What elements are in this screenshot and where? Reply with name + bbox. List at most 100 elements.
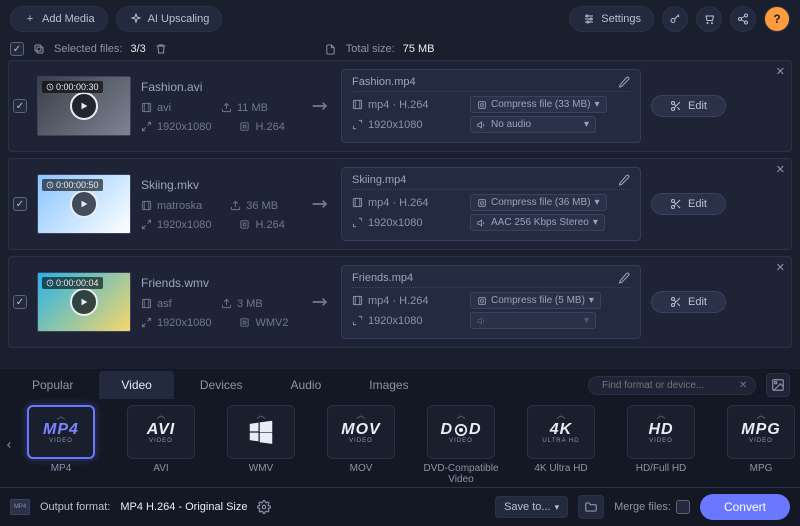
output-format-label: Output format: <box>40 501 110 513</box>
edit-button[interactable]: Edit <box>651 95 726 117</box>
cart-button[interactable] <box>696 6 722 32</box>
format-sub-text: VIDEO <box>349 438 373 444</box>
format-label: HD/Full HD <box>636 463 687 474</box>
ai-upscaling-button[interactable]: AI Upscaling <box>116 6 223 32</box>
source-filename: Skiing.mkv <box>141 178 301 192</box>
thumbnail-wrap: 0:00:00:30 <box>37 76 131 136</box>
formats-prev-button[interactable] <box>4 418 14 472</box>
edit-button[interactable]: Edit <box>651 291 726 313</box>
file-row-checkbox[interactable] <box>13 197 27 211</box>
file-row: 0:00:00:50 Skiing.mkv matroska 36 MB <box>8 158 792 250</box>
thumbnail[interactable]: 0:00:00:30 <box>37 76 131 136</box>
source-resolution: 1920x1080 <box>141 317 211 329</box>
image-icon <box>771 378 785 392</box>
output-format: mp4 · H.264 <box>352 197 464 209</box>
merge-files-checkbox[interactable] <box>676 500 690 514</box>
format-label: DVD-Compatible Video <box>420 463 502 485</box>
disk-icon <box>230 200 241 211</box>
audio-dropdown[interactable]: ▾ <box>470 312 596 329</box>
format-item-wmv[interactable]: ︿ WMV <box>220 405 302 485</box>
chevron-up-icon: ︿ <box>656 408 665 421</box>
edit-button[interactable]: Edit <box>651 193 726 215</box>
chevron-up-icon: ︿ <box>256 408 265 421</box>
film-icon <box>352 295 363 306</box>
tab-audio[interactable]: Audio <box>269 371 344 399</box>
output-filename: Friends.mp4 <box>352 272 413 284</box>
select-all-checkbox[interactable] <box>10 42 24 56</box>
settings-button[interactable]: Settings <box>569 6 654 32</box>
format-main-text: HD <box>648 421 673 439</box>
add-media-button[interactable]: + Add Media <box>10 6 108 32</box>
thumbnail[interactable]: 0:00:00:04 <box>37 272 131 332</box>
compress-dropdown[interactable]: Compress file (36 MB) ▾ <box>470 194 607 211</box>
format-item-mov[interactable]: ︿ MOVVIDEO MOV <box>320 405 402 485</box>
source-meta: Fashion.avi avi 11 MB 1920x1080 <box>141 80 301 133</box>
thumbnail[interactable]: 0:00:00:50 <box>37 174 131 234</box>
remove-file-button[interactable]: ✕ <box>776 65 785 78</box>
remove-file-button[interactable]: ✕ <box>776 163 785 176</box>
duration-value: 0:00:00:50 <box>56 180 99 190</box>
duration-badge: 0:00:00:50 <box>42 179 103 191</box>
chevron-left-icon <box>4 438 14 452</box>
help-button[interactable]: ? <box>764 6 790 32</box>
format-item-hd-full-hd[interactable]: ︿ HDVIDEO HD/Full HD <box>620 405 702 485</box>
tab-devices[interactable]: Devices <box>178 371 265 399</box>
tab-video[interactable]: Video <box>99 371 173 399</box>
format-item-dvd-compatible-video[interactable]: ︿ DDVIDEO DVD-Compatible Video <box>420 405 502 485</box>
convert-button[interactable]: Convert <box>700 494 790 520</box>
file-row-checkbox[interactable] <box>13 295 27 309</box>
rename-button[interactable] <box>618 174 630 186</box>
file-row-checkbox[interactable] <box>13 99 27 113</box>
clear-search-icon[interactable]: ✕ <box>739 380 747 391</box>
save-to-dropdown[interactable]: Save to... ▾ <box>495 496 568 518</box>
share-icon <box>737 13 749 25</box>
share-button[interactable] <box>730 6 756 32</box>
output-format-settings-button[interactable] <box>257 500 271 514</box>
rename-button[interactable] <box>618 272 630 284</box>
codec-icon <box>239 219 250 230</box>
key-button[interactable] <box>662 6 688 32</box>
format-item-mp4[interactable]: ︿ MP4VIDEO MP4 <box>20 405 102 485</box>
save-to-label: Save to... <box>504 501 550 513</box>
format-label: MOV <box>350 463 373 474</box>
format-item-4k-ultra-hd[interactable]: ︿ 4KULTRA HD 4K Ultra HD <box>520 405 602 485</box>
gallery-view-button[interactable] <box>766 373 790 397</box>
file-icon <box>324 42 338 56</box>
folder-icon <box>584 500 598 514</box>
remove-file-button[interactable]: ✕ <box>776 261 785 274</box>
sliders-icon <box>582 12 596 26</box>
trash-icon[interactable] <box>154 42 168 56</box>
pencil-icon <box>618 272 630 284</box>
output-format-value: MP4 H.264 - Original Size <box>120 501 247 513</box>
top-toolbar: + Add Media AI Upscaling Settings ? <box>0 0 800 38</box>
settings-label: Settings <box>601 13 641 25</box>
merge-files-toggle[interactable]: Merge files: <box>614 500 690 514</box>
format-sub-text: VIDEO <box>649 438 673 444</box>
audio-dropdown[interactable]: No audio ▾ <box>470 116 596 133</box>
play-icon <box>79 199 89 209</box>
scissors-icon <box>670 100 682 112</box>
disk-icon <box>221 102 232 113</box>
output-format-icon: MP4 <box>10 499 30 515</box>
open-folder-button[interactable] <box>578 495 604 519</box>
output-panel: Fashion.mp4 mp4 · H.264 Compress file (3… <box>341 69 641 143</box>
format-main-text: AVI <box>147 421 175 439</box>
output-resolution: 1920x1080 <box>352 315 464 327</box>
play-button[interactable] <box>70 288 98 316</box>
audio-dropdown[interactable]: AAC 256 Kbps Stereo ▾ <box>470 214 605 231</box>
format-search[interactable]: ✕ <box>588 376 756 395</box>
play-button[interactable] <box>70 190 98 218</box>
duration-badge: 0:00:00:30 <box>42 81 103 93</box>
file-row: 0:00:00:30 Fashion.avi avi 11 MB <box>8 60 792 152</box>
tab-popular[interactable]: Popular <box>10 371 95 399</box>
edit-label: Edit <box>688 198 707 210</box>
play-button[interactable] <box>70 92 98 120</box>
tab-images[interactable]: Images <box>347 371 430 399</box>
format-search-input[interactable] <box>602 380 734 391</box>
compress-dropdown[interactable]: Compress file (33 MB) ▾ <box>470 96 607 113</box>
play-icon <box>79 297 89 307</box>
rename-button[interactable] <box>618 76 630 88</box>
compress-dropdown[interactable]: Compress file (5 MB) ▾ <box>470 292 601 309</box>
format-item-mpg[interactable]: ︿ MPGVIDEO MPG <box>720 405 800 485</box>
format-item-avi[interactable]: ︿ AVIVIDEO AVI <box>120 405 202 485</box>
